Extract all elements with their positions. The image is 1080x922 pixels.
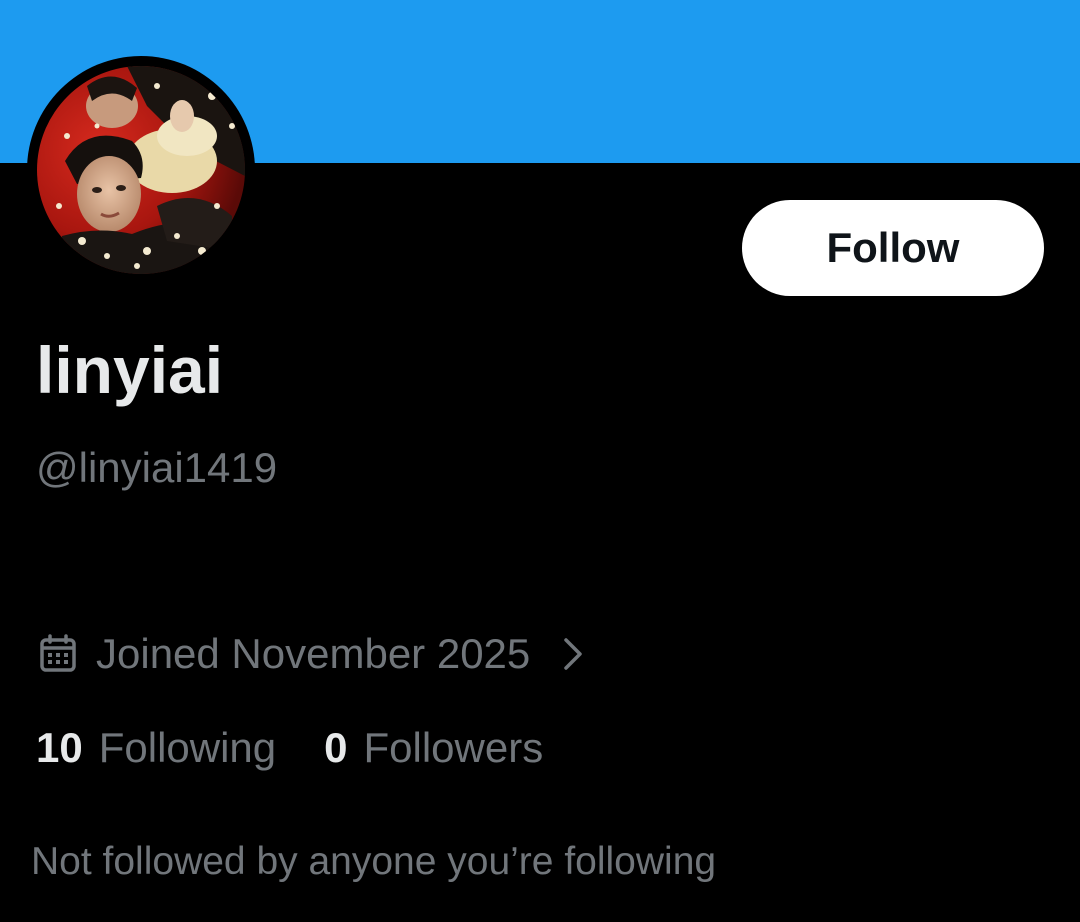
display-name: linyiai: [36, 333, 224, 407]
followers-count: 0: [324, 724, 348, 771]
followers-label: Followers: [363, 724, 544, 771]
chevron-right-icon: [560, 634, 588, 674]
avatar[interactable]: [27, 56, 255, 284]
profile-photo-image: [37, 66, 245, 274]
following-label: Following: [98, 724, 277, 771]
follow-button[interactable]: Follow: [742, 200, 1044, 296]
profile-photo: [37, 66, 245, 274]
social-context-text: Not followed by anyone you’re following: [31, 840, 717, 883]
followers-stat[interactable]: 0 Followers: [324, 724, 543, 772]
calendar-icon: [38, 634, 78, 674]
follow-stats: 10 Following 0 Followers: [36, 718, 543, 778]
joined-date: Joined November 2025: [96, 630, 531, 677]
user-handle: @linyiai1419: [36, 444, 278, 491]
joined-date-row[interactable]: Joined November 2025: [38, 624, 588, 684]
following-stat[interactable]: 10 Following: [36, 724, 276, 772]
following-count: 10: [36, 724, 83, 771]
